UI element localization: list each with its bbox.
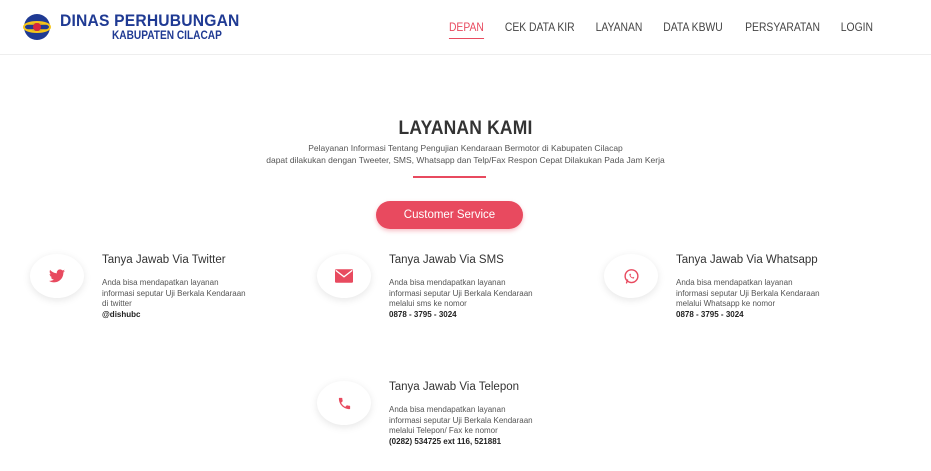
section-description: Pelayanan Informasi Tentang Pengujian Ke… — [0, 142, 931, 166]
service-contact: 0878 - 3795 - 3024 — [389, 309, 457, 319]
service-contact: 0878 - 3795 - 3024 — [676, 309, 744, 319]
service-text-line1: Anda bisa mendapatkan layanan — [389, 278, 506, 287]
service-text-line3: melalui sms ke nomor — [389, 299, 467, 308]
section-desc-line1: Pelayanan Informasi Tentang Pengujian Ke… — [308, 143, 623, 153]
service-title: Tanya Jawab Via Twitter — [102, 254, 226, 266]
envelope-icon[interactable] — [317, 254, 371, 298]
section-title: LAYANAN KAMI — [398, 118, 533, 139]
service-twitter: Tanya Jawab Via Twitter Anda bisa mendap… — [30, 254, 310, 344]
service-text-line2: informasi seputar Uji Berkala Kendaraan — [676, 288, 820, 298]
whatsapp-icon[interactable] — [604, 254, 658, 298]
service-text-line2: informasi seputar Uji Berkala Kendaraan — [389, 288, 533, 298]
brand[interactable]: DINAS PERHUBUNGAN KABUPATEN CILACAP — [22, 12, 255, 43]
brand-title: DINAS PERHUBUNGAN — [60, 11, 240, 30]
brand-subtitle: KABUPATEN CILACAP — [112, 30, 222, 42]
service-contact: @dishubc — [102, 309, 141, 319]
twitter-icon[interactable] — [30, 254, 84, 298]
nav-persyaratan[interactable]: PERSYARATAN — [745, 22, 820, 39]
service-title: Tanya Jawab Via Telepon — [389, 381, 520, 393]
customer-service-button[interactable]: Customer Service — [376, 201, 523, 229]
section-desc-line2: dapat dilakukan dengan Tweeter, SMS, Wha… — [266, 155, 665, 165]
service-sms: Tanya Jawab Via SMS Anda bisa mendapatka… — [317, 254, 597, 344]
service-text-line3: melalui Whatsapp ke nomor — [676, 299, 776, 308]
service-whatsapp: Tanya Jawab Via Whatsapp Anda bisa menda… — [604, 254, 884, 344]
service-title: Tanya Jawab Via SMS — [389, 254, 504, 266]
nav-cek-data-kir[interactable]: CEK DATA KIR — [504, 22, 574, 39]
nav-login[interactable]: LOGIN — [841, 22, 873, 39]
main-menu: DEPAN CEK DATA KIR LAYANAN DATA KBWU PER… — [432, 22, 875, 39]
nav-data-kbwu[interactable]: DATA KBWU — [663, 22, 722, 39]
service-contact: (0282) 534725 ext 116, 521881 — [389, 436, 502, 446]
service-text-line2: informasi seputar Uji Berkala Kendaraan — [102, 288, 246, 298]
service-text-line3: melalui Telepon/ Fax ke nomor — [389, 426, 498, 435]
title-divider — [413, 176, 486, 178]
service-text-line2: informasi seputar Uji Berkala Kendaraan — [389, 415, 533, 425]
dishub-logo-icon — [23, 14, 51, 41]
service-text-line3: di twitter — [102, 299, 132, 308]
service-text-line1: Anda bisa mendapatkan layanan — [389, 405, 506, 414]
service-title: Tanya Jawab Via Whatsapp — [676, 254, 818, 266]
nav-layanan[interactable]: LAYANAN — [596, 22, 643, 39]
service-text-line1: Anda bisa mendapatkan layanan — [102, 278, 219, 287]
nav-depan[interactable]: DEPAN — [448, 22, 484, 39]
phone-icon[interactable] — [317, 381, 371, 425]
navbar: DINAS PERHUBUNGAN KABUPATEN CILACAP DEPA… — [0, 0, 931, 55]
service-text-line1: Anda bisa mendapatkan layanan — [676, 278, 793, 287]
service-telepon: Tanya Jawab Via Telepon Anda bisa mendap… — [317, 381, 597, 471]
